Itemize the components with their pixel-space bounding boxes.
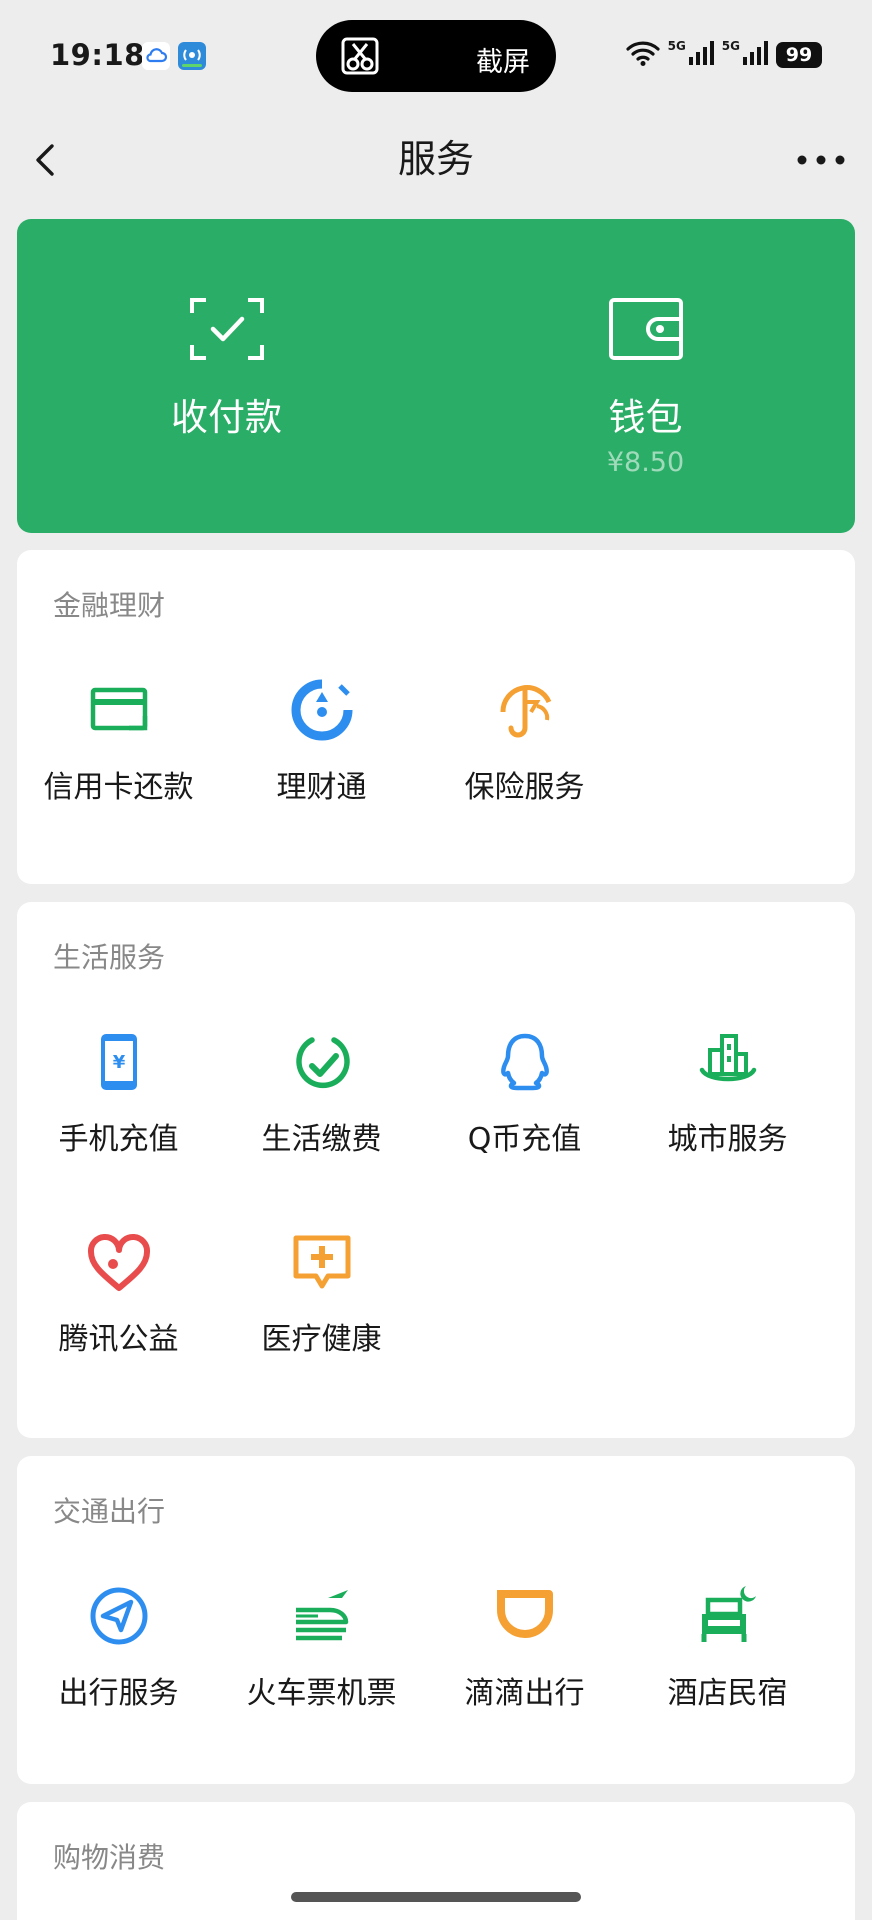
item-label: 医疗健康 xyxy=(261,1322,382,1357)
pay-receive-button[interactable]: 收付款 xyxy=(17,219,436,533)
item-label: 出行服务 xyxy=(58,1676,179,1711)
status-indicators: 5G 5G 99 xyxy=(625,39,822,70)
wallet-label: 钱包 xyxy=(608,396,683,439)
travel-services-button[interactable]: 出行服务 xyxy=(17,1584,220,1784)
item-label: 火车票机票 xyxy=(246,1676,397,1711)
status-bar: 19:18 截屏 5G 5G 99 xyxy=(0,0,872,110)
transport-section: 交通出行 出行服务 火车票机票 滴滴出行 酒店民宿 xyxy=(17,1456,855,1784)
cellular-icon xyxy=(742,40,768,70)
medical-cross-icon xyxy=(293,1235,350,1289)
finance-section: 金融理财 信用卡还款 理财通 保险服务 xyxy=(17,550,855,884)
shopping-section: 购物消费 xyxy=(17,1802,855,1920)
wallet-button[interactable]: 钱包 ¥8.50 xyxy=(436,219,855,533)
credit-card-icon xyxy=(90,687,147,731)
insurance-umbrella-icon xyxy=(499,685,551,738)
island-label: 截屏 xyxy=(476,47,530,78)
svg-text:¥: ¥ xyxy=(112,1052,125,1073)
more-icon[interactable] xyxy=(792,136,850,184)
utility-payment-button[interactable]: 生活缴费 xyxy=(220,1030,423,1230)
pay-label: 收付款 xyxy=(171,396,282,439)
section-title: 购物消费 xyxy=(53,1841,166,1874)
service-grid: 出行服务 火车票机票 滴滴出行 酒店民宿 xyxy=(17,1584,855,1784)
cellular-icon xyxy=(688,40,714,70)
section-title: 交通出行 xyxy=(53,1495,166,1528)
didi-icon xyxy=(496,1590,553,1638)
item-label: 信用卡还款 xyxy=(43,770,194,805)
credit-card-repay-button[interactable]: 信用卡还款 xyxy=(17,678,220,878)
screenshot-island[interactable]: 截屏 xyxy=(316,20,556,92)
qq-penguin-icon xyxy=(500,1033,549,1091)
item-label: 手机充值 xyxy=(58,1122,179,1157)
item-label: 腾讯公益 xyxy=(58,1322,179,1357)
service-grid: ¥ 手机充值 生活缴费 Q币充值 城市服务 腾讯公益 医疗健康 xyxy=(17,1030,855,1430)
page-title: 服务 xyxy=(397,137,474,181)
wealth-icon xyxy=(291,679,352,741)
item-label: 保险服务 xyxy=(464,770,585,805)
phone-recharge-icon: ¥ xyxy=(100,1034,137,1090)
item-label: 生活缴费 xyxy=(261,1122,382,1157)
item-label: 理财通 xyxy=(276,770,367,805)
service-grid: 信用卡还款 理财通 保险服务 xyxy=(17,678,855,878)
section-title: 金融理财 xyxy=(53,589,166,622)
section-title: 生活服务 xyxy=(53,941,166,974)
hotel-homestay-button[interactable]: 酒店民宿 xyxy=(626,1584,829,1784)
q-coin-recharge-button[interactable]: Q币充值 xyxy=(423,1030,626,1230)
scissors-icon xyxy=(340,36,380,80)
tencent-charity-button[interactable]: 腾讯公益 xyxy=(17,1230,220,1430)
nav-bar: 服务 xyxy=(0,110,872,210)
item-label: 城市服务 xyxy=(667,1122,788,1157)
item-label: Q币充值 xyxy=(467,1122,582,1157)
wallet-panel: 收付款 钱包 ¥8.50 xyxy=(17,219,855,533)
charity-heart-icon xyxy=(87,1233,150,1291)
home-indicator[interactable] xyxy=(291,1892,581,1902)
utility-payment-icon xyxy=(295,1037,350,1089)
wallet-balance: ¥8.50 xyxy=(606,447,685,478)
didi-button[interactable]: 滴滴出行 xyxy=(423,1584,626,1784)
scan-check-icon xyxy=(189,298,264,360)
life-services-section: 生活服务 ¥ 手机充值 生活缴费 Q币充值 城市服务 腾讯公益 医疗健康 xyxy=(17,902,855,1438)
navigation-arrow-icon xyxy=(90,1587,147,1645)
train-plane-icon xyxy=(295,1590,348,1641)
city-building-icon xyxy=(699,1034,756,1082)
item-label: 滴滴出行 xyxy=(464,1676,585,1711)
network-label-1: 5G xyxy=(667,39,686,53)
item-label: 酒店民宿 xyxy=(667,1676,788,1711)
wifi-icon xyxy=(625,40,660,70)
train-flight-tickets-button[interactable]: 火车票机票 xyxy=(220,1584,423,1784)
wallet-icon xyxy=(608,298,683,360)
network-label-2: 5G xyxy=(721,39,740,53)
signal-app-icon xyxy=(178,42,206,70)
battery-icon: 99 xyxy=(776,42,822,68)
status-time: 19:18 xyxy=(50,38,145,72)
medical-health-button[interactable]: 医疗健康 xyxy=(220,1230,423,1430)
cloud-icon xyxy=(142,42,170,70)
wealth-button[interactable]: 理财通 xyxy=(220,678,423,878)
phone-recharge-button[interactable]: ¥ 手机充值 xyxy=(17,1030,220,1230)
city-services-button[interactable]: 城市服务 xyxy=(626,1030,829,1230)
insurance-button[interactable]: 保险服务 xyxy=(423,678,626,878)
hotel-bed-icon xyxy=(701,1586,756,1642)
